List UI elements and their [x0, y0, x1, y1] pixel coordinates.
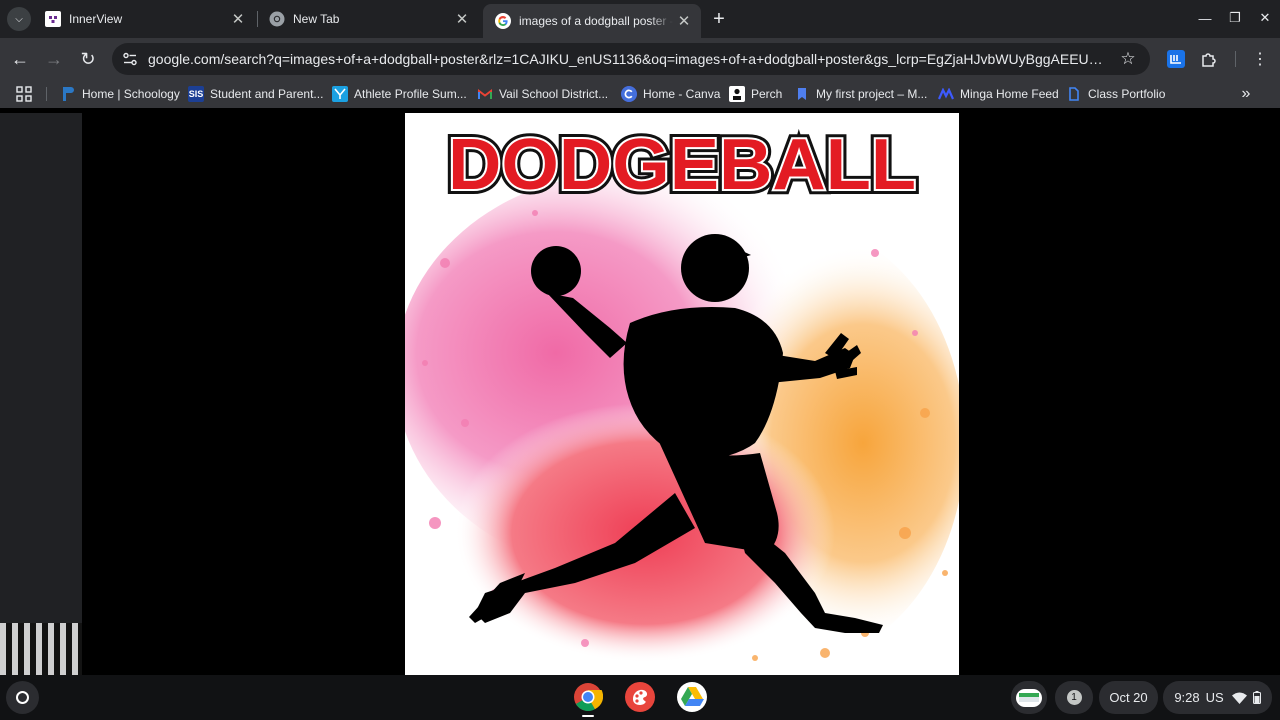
double-chevron-right-icon: »: [1241, 85, 1251, 102]
tab-title: images of a dodgball poster - G: [519, 14, 673, 28]
close-window-button[interactable]: ✕: [1252, 6, 1278, 30]
active-app-indicator: [582, 715, 594, 717]
reload-icon: ↻: [80, 48, 96, 69]
tab-title: InnerView: [69, 12, 123, 26]
bookmark-vail-school[interactable]: Vail School District...: [477, 84, 608, 104]
arrow-right-icon: →: [45, 48, 63, 69]
tab-search-button[interactable]: ⌵: [7, 7, 31, 31]
bookmark-label: Athlete Profile Sum...: [354, 87, 467, 101]
sis-icon: SIS: [188, 86, 204, 102]
address-bar[interactable]: google.com/search?q=images+of+a+dodgball…: [112, 43, 1150, 75]
site-settings-icon[interactable]: [120, 49, 140, 69]
url-text[interactable]: google.com/search?q=images+of+a+dodgball…: [148, 51, 1110, 67]
restore-icon: ❐: [1229, 10, 1241, 25]
wifi-icon: [1231, 692, 1247, 704]
extension-icon[interactable]: [1166, 49, 1186, 69]
status-tray[interactable]: 9:28 US: [1163, 681, 1272, 714]
bookmarks-divider: [46, 87, 47, 101]
kebab-menu-icon: ⋮: [1252, 51, 1268, 68]
date-text: Oct 20: [1109, 690, 1148, 705]
arrow-left-icon: ←: [11, 48, 29, 69]
shelf-app-chrome[interactable]: [571, 680, 605, 714]
portfolio-icon: [1066, 86, 1082, 102]
bookmark-label: Perch: [751, 87, 783, 101]
tab-strip: ⌵ InnerView ✕ New Tab ✕ images of a dodg…: [0, 0, 1280, 38]
back-button[interactable]: ←: [7, 46, 33, 72]
athlete-icon: [332, 86, 348, 102]
shelf-app-drive[interactable]: [675, 680, 709, 714]
minimize-icon: —: [1198, 10, 1212, 26]
poster-title-fill: DODGEBALL: [448, 125, 916, 205]
bookmark-athlete-profile[interactable]: Athlete Profile Sum...: [332, 84, 467, 104]
bookmark-label: Home | Schoology: [82, 87, 180, 101]
close-icon: ✕: [1259, 10, 1271, 25]
thumbnail-image[interactable]: [0, 623, 82, 675]
notification-counter[interactable]: 1: [1055, 681, 1093, 714]
gmail-icon: [477, 86, 493, 102]
bookmark-perch[interactable]: Perch: [729, 84, 782, 104]
tab-innerview[interactable]: InnerView ✕: [33, 5, 255, 33]
star-icon[interactable]: ☆: [1117, 48, 1139, 70]
google-drive-icon: [677, 682, 707, 712]
notification-count: 1: [1066, 690, 1082, 705]
restore-button[interactable]: ❐: [1222, 6, 1248, 30]
chrome-icon: [574, 683, 603, 711]
close-icon[interactable]: ✕: [673, 10, 695, 32]
time-text: 9:28: [1174, 690, 1200, 705]
phone-hub-button[interactable]: [1011, 681, 1047, 714]
tab-google-images[interactable]: images of a dodgball poster - G ✕: [483, 4, 701, 38]
tab-title: New Tab: [293, 12, 340, 26]
bookmark-my-first-project[interactable]: My first project – M...: [794, 84, 927, 104]
forward-button[interactable]: →: [41, 46, 67, 72]
bookmark-icon: [794, 86, 810, 102]
date-tray[interactable]: Oct 20: [1099, 681, 1158, 714]
menu-button[interactable]: ⋮: [1250, 48, 1270, 70]
chrome-icon: [269, 11, 285, 27]
dodgeball-poster-image[interactable]: DODGEBALL DODGEBALL DODGEBALL: [405, 113, 959, 675]
side-panel: [0, 113, 82, 675]
bookmark-schoology[interactable]: Home | Schoology: [60, 84, 180, 104]
shelf-app-canvas[interactable]: [623, 680, 657, 714]
chevron-down-icon: ⌵: [15, 13, 23, 25]
bookmark-class-portfolio[interactable]: Class Portfolio: [1066, 84, 1165, 104]
google-icon: [495, 13, 511, 29]
poster-title-lettering: DODGEBALL DODGEBALL DODGEBALL: [443, 120, 921, 209]
tote-icon: [1016, 688, 1042, 707]
perch-icon: [729, 86, 745, 102]
canvas-paint-icon: [625, 682, 655, 712]
image-viewer: DODGEBALL DODGEBALL DODGEBALL: [0, 113, 1280, 675]
locale-text: US: [1205, 690, 1224, 705]
new-tab-button[interactable]: +: [708, 8, 730, 30]
plus-icon: +: [713, 7, 725, 30]
reload-button[interactable]: ↻: [75, 46, 101, 72]
browser-toolbar: ← → ↻ google.com/search?q=images+of+a+do…: [0, 38, 1280, 80]
launcher-button[interactable]: [6, 681, 39, 714]
tab-new-tab[interactable]: New Tab ✕: [257, 5, 479, 33]
canva-icon: [621, 86, 637, 102]
bookmark-label: Student and Parent...: [210, 87, 324, 101]
bookmarks-overflow-button[interactable]: »: [1236, 84, 1256, 104]
minga-icon: [938, 86, 954, 102]
toolbar-separator: [1235, 51, 1236, 67]
bookmark-label: Home - Canva: [643, 87, 721, 101]
bookmark-label: Vail School District...: [499, 87, 609, 101]
close-icon[interactable]: ✕: [451, 8, 473, 30]
launcher-circle-icon: [16, 691, 29, 704]
bookmark-label: Class Portfolio: [1088, 87, 1166, 101]
bookmark-minga[interactable]: Minga Home Feed: [938, 84, 1059, 104]
close-icon[interactable]: ✕: [227, 8, 249, 30]
puzzle-icon[interactable]: [1199, 49, 1219, 69]
apps-grid-icon[interactable]: [16, 86, 32, 102]
bookmark-student-parent[interactable]: SIS Student and Parent...: [188, 84, 323, 104]
innerview-icon: [45, 11, 61, 27]
bookmarks-bar: Home | Schoology SIS Student and Parent.…: [0, 80, 1280, 108]
poster-title: DODGEBALL DODGEBALL DODGEBALL: [405, 119, 959, 209]
bookmark-label: Minga Home Feed: [960, 87, 1059, 101]
bookmark-label: My first project – M...: [816, 87, 928, 101]
battery-icon: [1252, 691, 1261, 704]
bookmark-canva[interactable]: Home - Canva: [621, 84, 720, 104]
minimize-button[interactable]: —: [1192, 6, 1218, 30]
schoology-icon: [60, 86, 76, 102]
